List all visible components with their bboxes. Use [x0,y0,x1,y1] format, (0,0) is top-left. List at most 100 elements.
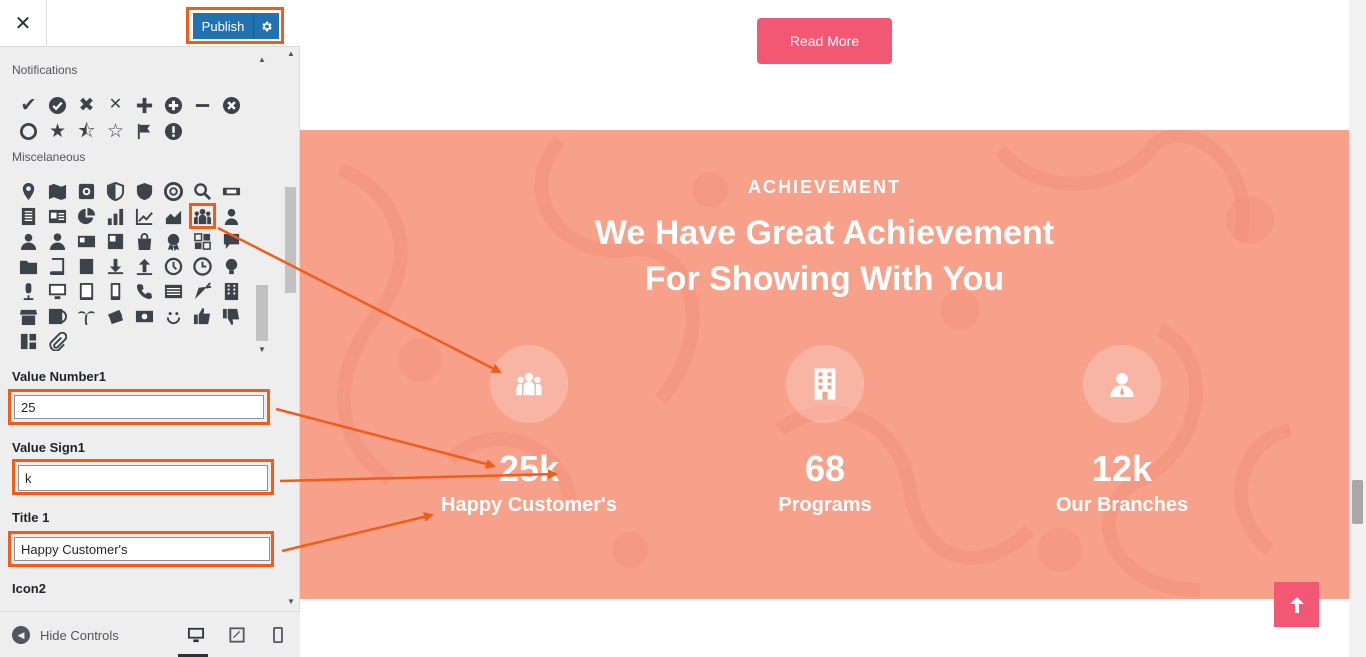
section-headline: We Have Great Achievement For Showing Wi… [300,210,1349,302]
ticket-icon[interactable] [219,179,244,203]
album-icon[interactable] [45,304,70,328]
store-icon[interactable] [16,304,41,328]
clock-icon[interactable] [190,254,215,278]
value-sign1-input[interactable] [18,465,268,491]
close-button[interactable]: ✕ [0,0,47,46]
plus-icon[interactable] [132,93,157,117]
star-icon[interactable]: ★ [45,119,70,143]
misc-icon-row-4 [16,254,244,278]
sidebar-scroll-down-icon[interactable]: ▼ [287,597,295,606]
times-circle-icon[interactable] [219,93,244,117]
publish-button[interactable]: Publish [193,13,253,39]
businessman-icon[interactable] [45,229,70,253]
icon2-label: Icon2 [12,581,46,596]
index-card-icon[interactable] [161,279,186,303]
scroll-to-top-button[interactable] [1274,582,1319,627]
scroll-down-arrow-icon[interactable]: ▼ [258,345,266,354]
plus-circle-icon[interactable] [161,93,186,117]
businesswoman-icon[interactable] [16,229,41,253]
title1-highlight [8,531,274,567]
desktop-icon[interactable] [45,279,70,303]
id-alt-icon[interactable] [103,229,128,253]
testimonial-icon[interactable] [219,229,244,253]
value-number1-highlight [8,389,270,425]
thumbs-down-icon[interactable] [219,304,244,328]
microphone-icon[interactable] [16,279,41,303]
stat-icon-circle [786,345,864,423]
times-icon[interactable]: ✖ [74,93,99,117]
sidebar-scroll-thumb[interactable] [285,187,296,293]
icon-picker-scroll-thumb[interactable] [256,285,268,341]
palmtree-icon[interactable] [74,304,99,328]
map-marker-icon[interactable] [16,179,41,203]
lightbulb-icon[interactable] [219,254,244,278]
backup-icon[interactable] [161,254,186,278]
flag-icon[interactable] [132,119,157,143]
publish-settings-button[interactable] [253,13,279,39]
preview-tablet-button[interactable] [225,624,249,646]
misc-icon-row-7 [16,329,70,353]
paperclip-icon[interactable] [45,329,70,353]
document-icon[interactable] [16,204,41,228]
line-chart-icon[interactable] [132,204,157,228]
preview-scrollbar[interactable] [1349,0,1366,657]
minus-icon[interactable] [190,93,215,117]
exclamation-circle-icon[interactable] [161,119,186,143]
hide-controls-button[interactable]: ◀ Hide Controls [12,626,119,644]
id-card-icon[interactable] [45,204,70,228]
area-chart-icon[interactable] [161,204,186,228]
id-icon[interactable] [74,229,99,253]
map-icon[interactable] [45,179,70,203]
smartphone-icon[interactable] [103,279,128,303]
life-ring-icon[interactable] [161,179,186,203]
star-half-icon[interactable]: ⯪ [74,119,99,143]
title1-input[interactable] [14,537,270,561]
circle-outline-icon[interactable] [16,119,41,143]
users-icon-selected[interactable] [189,203,216,229]
sidebar-scroll-up-icon[interactable]: ▲ [287,49,295,58]
portfolio-icon[interactable] [16,254,41,278]
star-outline-icon[interactable]: ☆ [103,119,128,143]
value-number1-label: Value Number1 [12,369,106,384]
check-circle-icon[interactable] [45,93,70,117]
carrot-icon[interactable] [190,279,215,303]
book-icon[interactable] [45,254,70,278]
products-icon[interactable] [132,229,157,253]
building-icon-small[interactable] [219,279,244,303]
preview-mobile-button[interactable] [266,624,290,646]
awards-icon[interactable] [161,229,186,253]
stat-icon-circle [490,345,568,423]
misc-icon-row-2 [16,203,244,229]
forms-icon[interactable] [190,229,215,253]
scroll-up-arrow-icon[interactable]: ▲ [258,55,266,64]
smiley-icon[interactable] [161,304,186,328]
read-more-button[interactable]: Read More [757,18,892,64]
preview-desktop-button[interactable] [178,624,208,657]
preview-scroll-thumb[interactable] [1352,480,1363,524]
achievement-section: ACHIEVEMENT We Have Great Achievement Fo… [300,130,1349,599]
phone-icon[interactable] [132,279,157,303]
thumbs-up-icon[interactable] [190,304,215,328]
users-icon [516,372,542,396]
tablet-icon[interactable] [74,279,99,303]
download-icon[interactable] [103,254,128,278]
upload-icon[interactable] [132,254,157,278]
pie-chart-icon[interactable] [74,204,99,228]
safe-icon[interactable] [74,179,99,203]
times-small-icon[interactable]: ✕ [103,93,128,117]
close-icon: ✕ [14,12,32,35]
bar-chart-icon[interactable] [103,204,128,228]
sidebar-scrollbar[interactable]: ▲ ▼ [284,47,297,611]
icon-picker-scrollbar[interactable]: ▲ ▼ [256,55,268,354]
tickets-icon[interactable] [103,304,128,328]
money-icon[interactable] [132,304,157,328]
layout-icon[interactable] [16,329,41,353]
shield-icon[interactable] [132,179,157,203]
user-icon[interactable] [219,204,244,228]
value-number1-input[interactable] [14,395,264,419]
book-alt-icon[interactable] [74,254,99,278]
search-icon[interactable] [190,179,215,203]
shield-half-icon[interactable] [103,179,128,203]
value-sign1-label: Value Sign1 [12,440,85,455]
check-icon[interactable]: ✔ [16,93,41,117]
